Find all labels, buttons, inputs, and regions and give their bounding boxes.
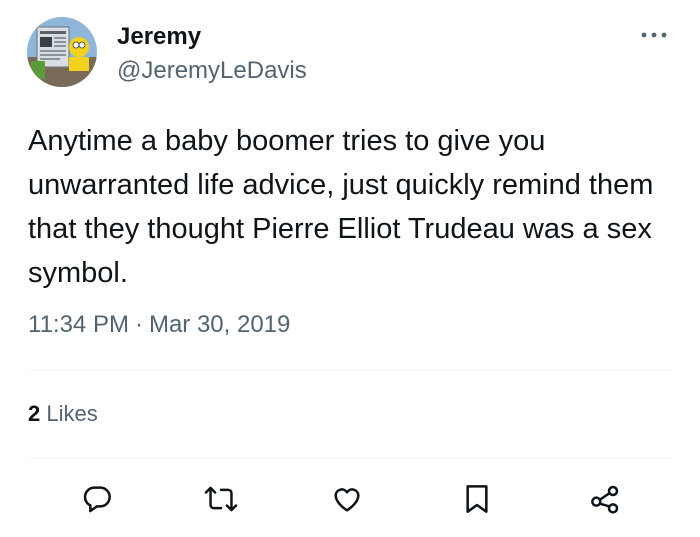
- divider: [28, 458, 672, 459]
- bookmark-icon: [466, 485, 488, 513]
- tweet-text-line: that they thought Pierre Elliot Trudeau …: [28, 213, 652, 245]
- meta-separator: ·: [134, 311, 143, 338]
- tweet-date[interactable]: Mar 30, 2019: [149, 311, 290, 338]
- retweet-button[interactable]: [201, 479, 241, 519]
- divider: [28, 370, 672, 371]
- reply-icon: [83, 486, 111, 513]
- like-button[interactable]: [327, 479, 367, 519]
- likes-label: Likes: [46, 401, 98, 426]
- reply-button[interactable]: [77, 479, 117, 519]
- bookmark-button[interactable]: [457, 479, 497, 519]
- likes-number: 2: [28, 401, 41, 426]
- tweet-text: Anytime a baby boomer tries to give you …: [28, 119, 678, 295]
- tweet-timestamp: 11:34 PM · Mar 30, 2019: [28, 310, 290, 340]
- tweet-card: Jeremy @JeremyLeDavis Anytime a baby boo…: [0, 0, 700, 537]
- likes-count[interactable]: 2 Likes: [28, 400, 98, 428]
- retweet-icon: [204, 486, 238, 512]
- more-options-icon[interactable]: [637, 25, 671, 45]
- tweet-text-line: unwarranted life advice, just quickly re…: [28, 169, 654, 201]
- heart-icon: [334, 488, 360, 512]
- share-button[interactable]: [585, 479, 625, 519]
- author-name[interactable]: Jeremy: [117, 22, 201, 52]
- tweet-text-line: Anytime a baby boomer tries to give you: [28, 125, 546, 157]
- author-handle[interactable]: @JeremyLeDavis: [117, 56, 307, 86]
- share-icon: [591, 485, 619, 514]
- tweet-text-line: symbol.: [28, 257, 128, 289]
- avatar[interactable]: [27, 17, 97, 87]
- tweet-time[interactable]: 11:34 PM: [28, 311, 129, 338]
